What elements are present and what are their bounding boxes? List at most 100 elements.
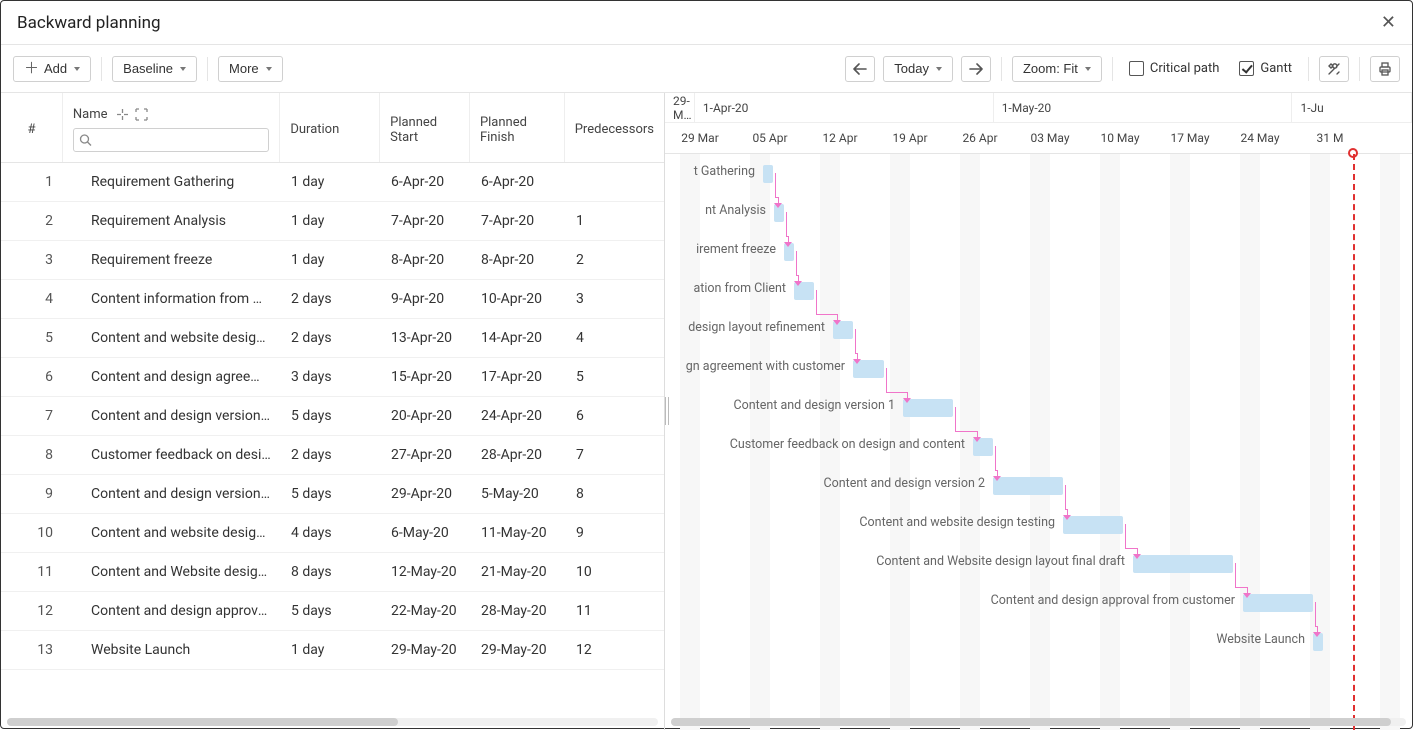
- task-name[interactable]: Content and website design la…: [63, 330, 281, 346]
- print-button[interactable]: [1370, 56, 1400, 82]
- table-row[interactable]: 7Content and design version 15 days20-Ap…: [1, 397, 664, 436]
- task-planned-start[interactable]: 29-Apr-20: [381, 486, 471, 502]
- col-duration-header[interactable]: Duration: [280, 93, 380, 162]
- task-predecessors[interactable]: 8: [566, 486, 664, 502]
- gantt-bar[interactable]: [993, 477, 1063, 495]
- task-duration[interactable]: 1 day: [281, 642, 381, 658]
- gantt-row[interactable]: gn agreement with customer: [665, 349, 1412, 388]
- pane-splitter[interactable]: [663, 92, 671, 729]
- table-row[interactable]: 9Content and design version 25 days29-Ap…: [1, 475, 664, 514]
- critical-path-checkbox[interactable]: Critical path: [1123, 61, 1226, 76]
- gantt-bar[interactable]: [763, 165, 773, 183]
- table-row[interactable]: 2Requirement Analysis1 day7-Apr-207-Apr-…: [1, 202, 664, 241]
- task-predecessors[interactable]: 12: [566, 642, 664, 658]
- gantt-row[interactable]: Content and Website design layout final …: [665, 544, 1412, 583]
- task-planned-start[interactable]: 12-May-20: [381, 564, 471, 580]
- task-name[interactable]: Content information from Cli…: [63, 291, 281, 307]
- task-predecessors[interactable]: 10: [566, 564, 664, 580]
- task-planned-finish[interactable]: 28-May-20: [471, 603, 566, 619]
- task-duration[interactable]: 1 day: [281, 174, 381, 190]
- gantt-row[interactable]: Customer feedback on design and content: [665, 427, 1412, 466]
- task-planned-start[interactable]: 9-Apr-20: [381, 291, 471, 307]
- task-name[interactable]: Content and website design t…: [63, 525, 281, 541]
- col-predecessors-header[interactable]: Predecessors: [565, 93, 664, 162]
- table-row[interactable]: 4Content information from Cli…2 days9-Ap…: [1, 280, 664, 319]
- task-duration[interactable]: 2 days: [281, 291, 381, 307]
- task-planned-finish[interactable]: 8-Apr-20: [471, 252, 566, 268]
- task-name[interactable]: Content and Website design l…: [63, 564, 281, 580]
- task-planned-start[interactable]: 6-May-20: [381, 525, 471, 541]
- task-planned-finish[interactable]: 24-Apr-20: [471, 408, 566, 424]
- task-predecessors[interactable]: 9: [566, 525, 664, 541]
- task-predecessors[interactable]: 1: [566, 213, 664, 229]
- task-planned-start[interactable]: 13-Apr-20: [381, 330, 471, 346]
- baseline-button[interactable]: Baseline: [112, 56, 197, 82]
- gantt-row[interactable]: Website Launch: [665, 622, 1412, 661]
- task-planned-finish[interactable]: 14-Apr-20: [471, 330, 566, 346]
- task-planned-start[interactable]: 22-May-20: [381, 603, 471, 619]
- task-planned-finish[interactable]: 28-Apr-20: [471, 447, 566, 463]
- task-duration[interactable]: 5 days: [281, 486, 381, 502]
- task-name[interactable]: Content and design approval f…: [63, 603, 281, 619]
- task-duration[interactable]: 1 day: [281, 252, 381, 268]
- task-predecessors[interactable]: 7: [566, 447, 664, 463]
- task-name[interactable]: Content and design agreemen…: [63, 369, 281, 385]
- task-duration[interactable]: 3 days: [281, 369, 381, 385]
- gantt-row[interactable]: Content and design version 2: [665, 466, 1412, 505]
- zoom-button[interactable]: Zoom: Fit: [1012, 56, 1102, 82]
- task-planned-start[interactable]: 15-Apr-20: [381, 369, 471, 385]
- col-number-header[interactable]: #: [1, 93, 63, 162]
- table-row[interactable]: 13Website Launch1 day29-May-2029-May-201…: [1, 631, 664, 670]
- gantt-bar[interactable]: [1243, 594, 1313, 612]
- close-icon[interactable]: ✕: [1381, 14, 1396, 32]
- task-name[interactable]: Requirement Gathering: [63, 174, 281, 190]
- task-planned-finish[interactable]: 17-Apr-20: [471, 369, 566, 385]
- task-planned-finish[interactable]: 21-May-20: [471, 564, 566, 580]
- task-planned-start[interactable]: 29-May-20: [381, 642, 471, 658]
- task-name[interactable]: Requirement Analysis: [63, 213, 281, 229]
- name-search-input[interactable]: [73, 128, 269, 152]
- task-planned-start[interactable]: 8-Apr-20: [381, 252, 471, 268]
- task-duration[interactable]: 1 day: [281, 213, 381, 229]
- gantt-row[interactable]: t Gathering: [665, 154, 1412, 193]
- table-row[interactable]: 6Content and design agreemen…3 days15-Ap…: [1, 358, 664, 397]
- col-name-label[interactable]: Name: [73, 107, 108, 122]
- settings-button[interactable]: [1319, 56, 1349, 82]
- today-button[interactable]: Today: [883, 56, 953, 82]
- gantt-checkbox[interactable]: Gantt: [1233, 61, 1298, 76]
- task-planned-start[interactable]: 6-Apr-20: [381, 174, 471, 190]
- table-row[interactable]: 12Content and design approval f…5 days22…: [1, 592, 664, 631]
- gantt-row[interactable]: nt Analysis: [665, 193, 1412, 232]
- grid-scrollbar[interactable]: [7, 718, 658, 726]
- expand-icon[interactable]: [135, 108, 148, 121]
- table-row[interactable]: 8Customer feedback on design…2 days27-Ap…: [1, 436, 664, 475]
- task-planned-start[interactable]: 20-Apr-20: [381, 408, 471, 424]
- col-planned-finish-header[interactable]: Planned Finish: [470, 93, 565, 162]
- col-planned-start-header[interactable]: Planned Start: [380, 93, 470, 162]
- task-predecessors[interactable]: 4: [566, 330, 664, 346]
- task-predecessors[interactable]: 3: [566, 291, 664, 307]
- task-predecessors[interactable]: 2: [566, 252, 664, 268]
- next-button[interactable]: [961, 56, 991, 82]
- task-name[interactable]: Content and design version 2: [63, 486, 281, 502]
- collapse-icon[interactable]: [116, 108, 129, 121]
- gantt-row[interactable]: design layout refinement: [665, 310, 1412, 349]
- task-name[interactable]: Requirement freeze: [63, 252, 281, 268]
- task-planned-finish[interactable]: 11-May-20: [471, 525, 566, 541]
- table-row[interactable]: 5Content and website design la…2 days13-…: [1, 319, 664, 358]
- gantt-row[interactable]: ation from Client: [665, 271, 1412, 310]
- task-duration[interactable]: 5 days: [281, 408, 381, 424]
- table-row[interactable]: 10Content and website design t…4 days6-M…: [1, 514, 664, 553]
- table-row[interactable]: 3Requirement freeze1 day8-Apr-208-Apr-20…: [1, 241, 664, 280]
- more-button[interactable]: More: [218, 56, 283, 82]
- gantt-bar[interactable]: [1063, 516, 1123, 534]
- task-planned-finish[interactable]: 10-Apr-20: [471, 291, 566, 307]
- task-planned-finish[interactable]: 29-May-20: [471, 642, 566, 658]
- task-name[interactable]: Customer feedback on design…: [63, 447, 281, 463]
- gantt-scrollbar[interactable]: [671, 718, 1406, 726]
- task-name[interactable]: Content and design version 1: [63, 408, 281, 424]
- table-row[interactable]: 1Requirement Gathering1 day6-Apr-206-Apr…: [1, 163, 664, 202]
- gantt-bar[interactable]: [1133, 555, 1233, 573]
- gantt-row[interactable]: Content and design approval from custome…: [665, 583, 1412, 622]
- task-duration[interactable]: 5 days: [281, 603, 381, 619]
